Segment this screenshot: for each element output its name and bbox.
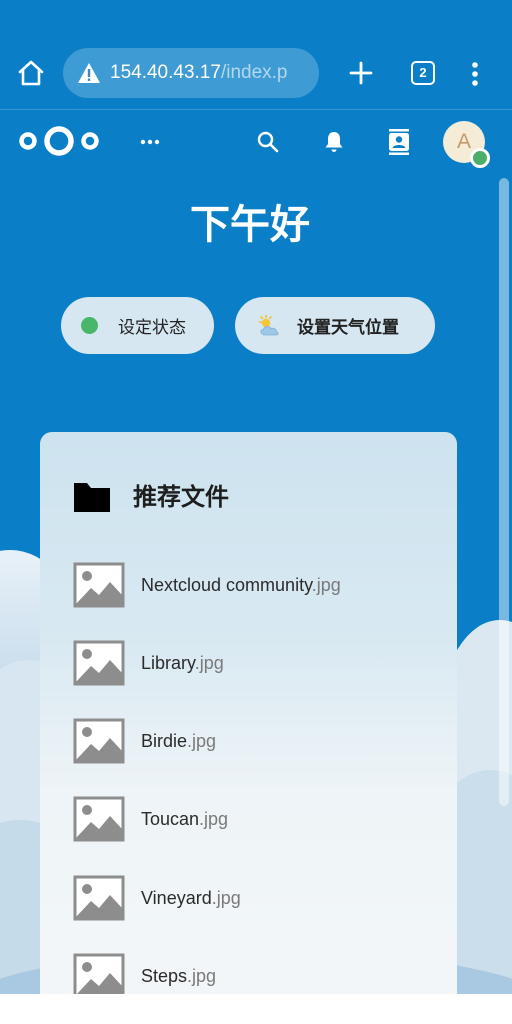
file-basename: Vineyard bbox=[141, 887, 212, 908]
tab-switcher-button[interactable]: 2 bbox=[411, 61, 435, 85]
file-item[interactable]: Nextcloud community.jpg bbox=[73, 562, 443, 608]
recommended-files-card: 推荐文件 Nextcloud community.jpg Library.jpg B… bbox=[40, 432, 457, 1024]
file-item[interactable]: Vineyard.jpg bbox=[73, 875, 443, 921]
recommended-files-title: 推荐文件 bbox=[133, 482, 229, 511]
file-basename: Birdie bbox=[141, 730, 188, 751]
address-bar[interactable]: 154.40.43.17/index.p bbox=[63, 48, 319, 98]
partly-sunny-icon bbox=[258, 314, 279, 335]
file-extension: .jpg bbox=[211, 887, 241, 908]
image-file-icon bbox=[73, 640, 125, 686]
file-name: Nextcloud community.jpg bbox=[141, 575, 341, 596]
image-file-icon bbox=[73, 718, 125, 764]
file-basename: Toucan bbox=[141, 808, 200, 829]
more-apps-icon[interactable] bbox=[138, 130, 162, 154]
notifications-bell-icon[interactable] bbox=[322, 130, 346, 154]
file-name: Birdie.jpg bbox=[141, 731, 216, 752]
file-item[interactable]: Steps.jpg bbox=[73, 953, 443, 999]
card-header: 推荐文件 bbox=[73, 474, 229, 514]
file-basename: Nextcloud community bbox=[141, 574, 312, 595]
status-dot-icon bbox=[81, 317, 98, 334]
file-name: Library.jpg bbox=[141, 653, 224, 674]
image-file-icon bbox=[73, 562, 125, 608]
file-extension: .jpg bbox=[311, 574, 341, 595]
new-tab-icon[interactable] bbox=[346, 58, 376, 88]
set-status-label: 设定状态 bbox=[118, 318, 186, 338]
image-file-icon bbox=[73, 953, 125, 999]
file-name: Toucan.jpg bbox=[141, 809, 228, 830]
contacts-icon[interactable] bbox=[387, 129, 411, 155]
file-item[interactable]: Library.jpg bbox=[73, 640, 443, 686]
file-extension: .jpg bbox=[199, 808, 229, 829]
set-weather-location-button[interactable]: 设置天气位置 bbox=[235, 297, 435, 354]
url-host: 154.40.43.17 bbox=[110, 62, 221, 83]
file-extension: .jpg bbox=[194, 652, 224, 673]
browser-toolbar: 154.40.43.17/index.p 2 bbox=[0, 0, 512, 110]
file-name: Vineyard.jpg bbox=[141, 888, 241, 909]
set-weather-location-label: 设置天气位置 bbox=[297, 318, 399, 338]
overflow-menu-icon[interactable] bbox=[464, 60, 486, 88]
image-file-icon bbox=[73, 796, 125, 842]
url-path: /index.p bbox=[220, 62, 288, 83]
warning-icon[interactable] bbox=[77, 62, 101, 84]
file-item[interactable]: Toucan.jpg bbox=[73, 796, 443, 842]
url-text: 154.40.43.17/index.p bbox=[110, 62, 288, 84]
file-name: Steps.jpg bbox=[141, 966, 216, 987]
file-extension: .jpg bbox=[187, 730, 217, 751]
system-navigation-bar bbox=[0, 994, 512, 1024]
file-extension: .jpg bbox=[187, 965, 217, 986]
file-basename: Steps bbox=[141, 965, 188, 986]
greeting-heading: 下午好 bbox=[190, 202, 310, 248]
home-icon[interactable] bbox=[16, 58, 46, 88]
folder-icon bbox=[74, 483, 110, 512]
online-status-indicator bbox=[470, 148, 490, 168]
page-scrollbar[interactable] bbox=[499, 178, 509, 806]
file-item[interactable]: Birdie.jpg bbox=[73, 718, 443, 764]
set-status-button[interactable]: 设定状态 bbox=[61, 297, 214, 354]
image-file-icon bbox=[73, 875, 125, 921]
file-basename: Library bbox=[141, 652, 195, 673]
nextcloud-logo[interactable] bbox=[18, 122, 100, 160]
search-icon[interactable] bbox=[256, 130, 280, 154]
